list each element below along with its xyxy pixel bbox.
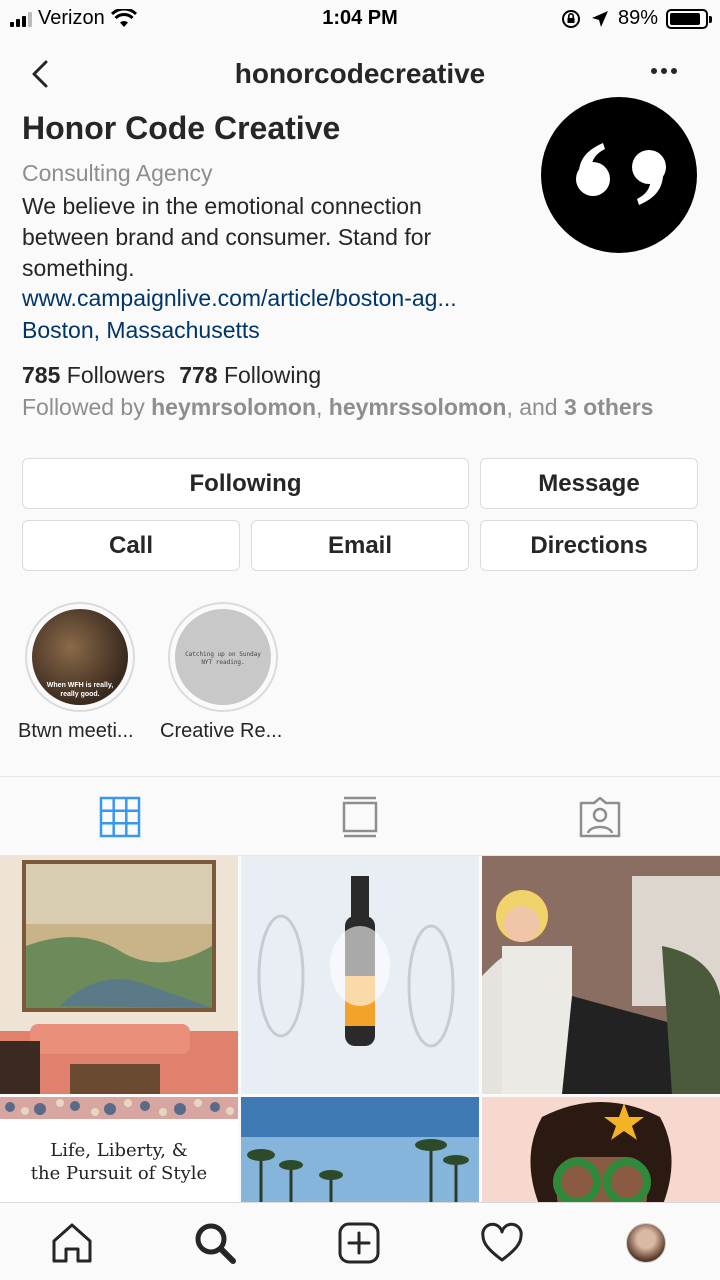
more-options-button[interactable] (644, 56, 684, 86)
followed-by[interactable]: Followed by heymrsolomon, heymrssolomon,… (22, 394, 653, 421)
more-dots-icon (651, 68, 657, 74)
story-highlight-2[interactable]: Catching up on Sunday NYT reading. (168, 602, 278, 712)
post-text-line1: Life, Liberty, & (50, 1140, 188, 1161)
highlight-caption: Catching up on Sunday NYT reading. (185, 651, 261, 666)
nav-activity[interactable] (480, 1221, 524, 1265)
profile-website-link[interactable]: www.campaignlive.com/article/boston-ag..… (22, 285, 457, 312)
followed-by-prefix: Followed by (22, 394, 145, 420)
nav-home[interactable] (50, 1221, 94, 1265)
profile-avatar[interactable] (626, 1223, 666, 1263)
email-button[interactable]: Email (251, 520, 469, 571)
location-arrow-icon (591, 10, 608, 27)
posts-grid: Life, Liberty, & the Pursuit of Style (0, 856, 720, 1202)
post-tile[interactable] (241, 856, 479, 1094)
tab-grid[interactable] (98, 795, 142, 839)
bottom-nav (0, 1202, 720, 1280)
post-image (482, 856, 720, 1094)
profile-location-link[interactable]: Boston, Massachusetts (22, 317, 260, 344)
call-button[interactable]: Call (22, 520, 240, 571)
home-icon (52, 1223, 92, 1263)
following-stat[interactable]: 778 Following (179, 362, 321, 389)
following-count: 778 (179, 362, 218, 388)
post-tile[interactable] (241, 1097, 479, 1202)
feed-icon (342, 796, 378, 838)
post-image (241, 1097, 479, 1202)
profile-username: honorcodecreative (234, 58, 486, 89)
profile-bio: We believe in the emotional connection b… (22, 193, 432, 281)
highlight-cover: Catching up on Sunday NYT reading. (175, 609, 271, 705)
post-text-line2: the Pursuit of Style (30, 1163, 208, 1184)
battery-percent: 89% (617, 7, 658, 29)
followed-by-user2: heymrssolomon (328, 394, 507, 420)
highlight-label: Btwn meeti... (18, 720, 134, 742)
tab-tagged[interactable] (578, 795, 622, 839)
followers-count: 785 (22, 362, 61, 388)
highlight-cover: When WFH is really, really good. (32, 609, 128, 705)
following-button[interactable]: Following (22, 458, 469, 509)
directions-button[interactable]: Directions (480, 520, 698, 571)
battery-icon (666, 8, 712, 29)
nav-add-post[interactable] (337, 1221, 381, 1265)
profile-stats: 785 Followers 778 Following (22, 362, 321, 389)
profile-tabs (0, 776, 720, 856)
orientation-lock-icon (561, 9, 580, 28)
grid-icon (99, 796, 141, 838)
battery-fill (670, 12, 701, 25)
followed-by-sep: , (316, 394, 323, 420)
highlight-label: Creative Re... (160, 720, 283, 742)
post-text: Life, Liberty, & the Pursuit of Style (0, 1139, 238, 1185)
followed-by-others: 3 others (563, 394, 654, 420)
status-bar: Verizon 1:04 PM 89% (0, 0, 720, 40)
post-tile[interactable] (482, 1097, 720, 1202)
profile-avatar[interactable] (541, 97, 697, 253)
post-tile[interactable] (0, 856, 238, 1094)
tab-feed[interactable] (338, 795, 382, 839)
story-highlight-1[interactable]: When WFH is really, really good. (25, 602, 135, 712)
post-tile[interactable]: Life, Liberty, & the Pursuit of Style (0, 1097, 238, 1202)
nav-search[interactable] (193, 1221, 237, 1265)
quote-logo-icon (576, 143, 666, 205)
profile-category: Consulting Agency (22, 160, 213, 186)
more-dot (661, 68, 667, 74)
followers-label: Followers (66, 362, 166, 388)
following-label: Following (223, 362, 322, 388)
post-pattern (0, 1097, 238, 1119)
add-post-icon (338, 1222, 380, 1264)
followed-by-and: , and (506, 394, 558, 420)
post-image (0, 856, 238, 1094)
nav-header: honorcodecreative (0, 44, 720, 104)
more-dot (671, 68, 677, 74)
tagged-icon (579, 796, 621, 838)
post-image (241, 856, 479, 1094)
profile-name: Honor Code Creative (22, 110, 341, 146)
search-icon (195, 1223, 236, 1264)
message-button[interactable]: Message (480, 458, 698, 509)
followed-by-user1: heymrsolomon (151, 394, 316, 420)
heart-icon (481, 1222, 523, 1262)
status-right: 89% (560, 7, 712, 30)
highlight-caption: When WFH is really, really good. (46, 682, 114, 698)
post-image (482, 1097, 720, 1202)
post-tile[interactable] (482, 856, 720, 1094)
followers-stat[interactable]: 785 Followers (22, 362, 165, 389)
